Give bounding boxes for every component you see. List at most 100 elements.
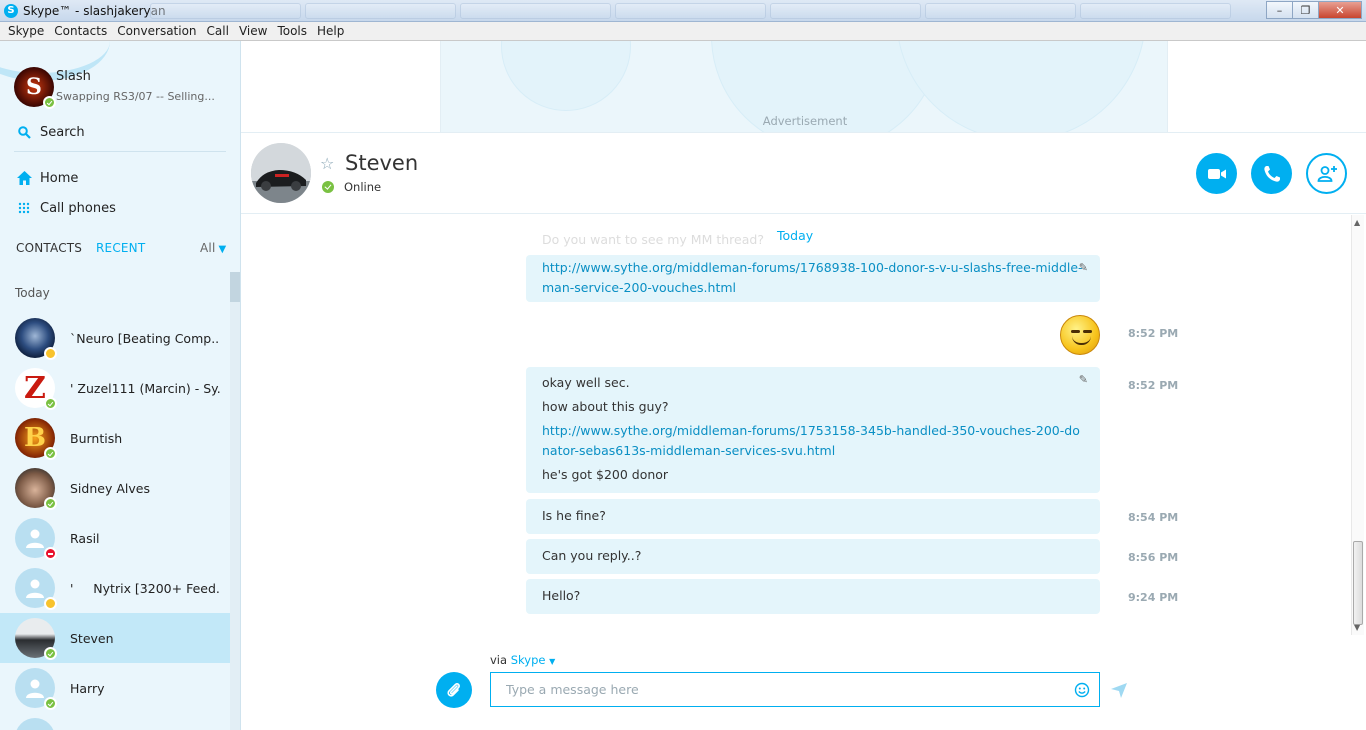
- contact-name: ' Zuzel111 (Marcin) - Sy...: [70, 380, 220, 396]
- tab-contacts[interactable]: CONTACTS: [16, 241, 82, 255]
- search-nav[interactable]: Search: [16, 124, 85, 140]
- avatar: [15, 468, 57, 510]
- do-not-disturb-icon: [44, 547, 57, 560]
- away-status-icon: [44, 597, 57, 610]
- close-button[interactable]: ✕: [1318, 1, 1362, 19]
- via-label: via: [490, 653, 508, 667]
- contact-item[interactable]: Z ' Zuzel111 (Marcin) - Sy...: [0, 363, 230, 413]
- profile-avatar[interactable]: S: [14, 67, 56, 109]
- message-link[interactable]: http://www.sythe.org/middleman-forums/17…: [542, 258, 1084, 298]
- avatar: [15, 718, 55, 730]
- menu-skype[interactable]: Skype: [3, 24, 49, 38]
- contact-title: Steven: [345, 151, 419, 175]
- emoticon-picker-icon[interactable]: [1074, 682, 1090, 698]
- contact-avatar[interactable]: [251, 143, 311, 203]
- call-phones-nav[interactable]: Call phones: [16, 200, 116, 216]
- profile-name[interactable]: Slash: [56, 69, 91, 84]
- chevron-down-icon: ▼: [218, 244, 227, 255]
- message-text: he's got $200 donor: [542, 467, 669, 482]
- contact-name: Sidney Alves: [70, 480, 150, 496]
- edit-pencil-icon[interactable]: ✎: [1079, 373, 1088, 386]
- video-call-button[interactable]: [1196, 153, 1237, 194]
- avatar: [15, 568, 57, 610]
- menu-conversation[interactable]: Conversation: [112, 24, 201, 38]
- menu-contacts[interactable]: Contacts: [49, 24, 112, 38]
- edit-pencil-icon[interactable]: ✎: [1079, 261, 1088, 274]
- message-timestamp: 9:24 PM: [1128, 591, 1179, 604]
- minimize-button[interactable]: –: [1266, 1, 1293, 19]
- message-timestamp: 8:56 PM: [1128, 551, 1179, 564]
- message-timestamp: 8:52 PM: [1128, 327, 1179, 340]
- contact-item[interactable]: ' Nytrix [3200+ Feed...: [0, 563, 230, 613]
- message-bubble[interactable]: Is he fine?: [526, 499, 1100, 534]
- online-status-icon: [322, 181, 334, 193]
- send-icon[interactable]: [1110, 681, 1128, 699]
- call-phones-label: Call phones: [40, 200, 116, 216]
- maximize-button[interactable]: ❐: [1292, 1, 1319, 19]
- online-status-icon: [44, 697, 57, 710]
- profile-mood[interactable]: Swapping RS3/07 -- Selling...: [56, 90, 216, 103]
- message-link[interactable]: http://www.sythe.org/middleman-forums/17…: [542, 421, 1084, 461]
- contact-item[interactable]: Harry: [0, 663, 230, 713]
- group-label: Today: [15, 286, 50, 300]
- avatar: [15, 668, 57, 710]
- video-camera-icon: [1207, 168, 1226, 179]
- presence-label: Online: [344, 180, 382, 194]
- day-separator: Today: [777, 228, 814, 243]
- scrollbar-thumb[interactable]: [1353, 541, 1363, 625]
- audio-call-button[interactable]: [1251, 153, 1292, 194]
- attach-file-button[interactable]: [436, 672, 472, 708]
- contact-item[interactable]: `Neuro [Beating Comp...: [0, 313, 230, 363]
- message-bubble[interactable]: okay well sec. how about this guy? http:…: [526, 367, 1100, 493]
- sidebar: S Slash Swapping RS3/07 -- Selling... Se…: [0, 41, 241, 730]
- message-bubble[interactable]: http://www.sythe.org/middleman-forums/17…: [526, 255, 1100, 302]
- message-timestamp: 8:54 PM: [1128, 511, 1179, 524]
- menu-help[interactable]: Help: [312, 24, 349, 38]
- online-status-icon: [44, 397, 57, 410]
- menu-call[interactable]: Call: [202, 24, 234, 38]
- message-composer: [490, 672, 1100, 707]
- avatar: Z: [15, 368, 57, 410]
- contact-name: Steven: [70, 630, 114, 646]
- contact-name: `Neuro [Beating Comp...: [70, 330, 220, 346]
- search-label: Search: [40, 124, 85, 140]
- via-selector[interactable]: via Skype ▼: [490, 653, 555, 667]
- tab-recent[interactable]: RECENT: [96, 241, 145, 255]
- smiley-emoticon: [1060, 315, 1100, 355]
- advertisement-banner[interactable]: Advertisement: [440, 41, 1168, 132]
- contact-list-scrollbar[interactable]: [230, 272, 240, 730]
- message-scrollbar[interactable]: ▲ ▼: [1351, 215, 1364, 635]
- menu-bar: Skype Contacts Conversation Call View To…: [0, 22, 1366, 41]
- presence-status: Online: [322, 180, 381, 194]
- menu-view[interactable]: View: [234, 24, 272, 38]
- phone-icon: [1263, 165, 1280, 182]
- add-people-button[interactable]: [1306, 153, 1347, 194]
- filter-dropdown[interactable]: All ▼: [200, 241, 226, 255]
- contact-item-selected[interactable]: Steven: [0, 613, 230, 663]
- message-text: Can you reply..?: [542, 548, 642, 563]
- conversation-pane: Advertisement ☆ Steven Online Do you wan…: [241, 41, 1366, 730]
- paperclip-icon: [447, 683, 460, 697]
- contact-item[interactable]: Sidney Alves: [0, 463, 230, 513]
- menu-tools[interactable]: Tools: [272, 24, 312, 38]
- search-icon: [16, 124, 32, 140]
- conversation-header: ☆ Steven Online: [241, 133, 1366, 214]
- online-status-icon: [44, 447, 57, 460]
- online-status-icon: [44, 497, 57, 510]
- message-text: okay well sec.: [542, 375, 630, 390]
- contact-name: Burntish: [70, 430, 123, 446]
- contact-name: Harry: [70, 680, 105, 696]
- message-history: Do you want to see my MM thread? Today h…: [241, 215, 1351, 645]
- contact-item-partial[interactable]: [0, 713, 230, 730]
- chevron-down-icon: ▼: [549, 657, 556, 666]
- favorite-star-icon[interactable]: ☆: [320, 154, 334, 173]
- home-nav[interactable]: Home: [16, 170, 78, 186]
- home-label: Home: [40, 170, 79, 186]
- contact-name: ' Nytrix [3200+ Feed...: [70, 580, 220, 596]
- contact-item[interactable]: Rasil: [0, 513, 230, 563]
- contact-item[interactable]: B Burntish: [0, 413, 230, 463]
- message-bubble[interactable]: Can you reply..?: [526, 539, 1100, 574]
- online-status-icon: [43, 96, 56, 109]
- message-input[interactable]: [491, 673, 1061, 706]
- message-bubble[interactable]: Hello?: [526, 579, 1100, 614]
